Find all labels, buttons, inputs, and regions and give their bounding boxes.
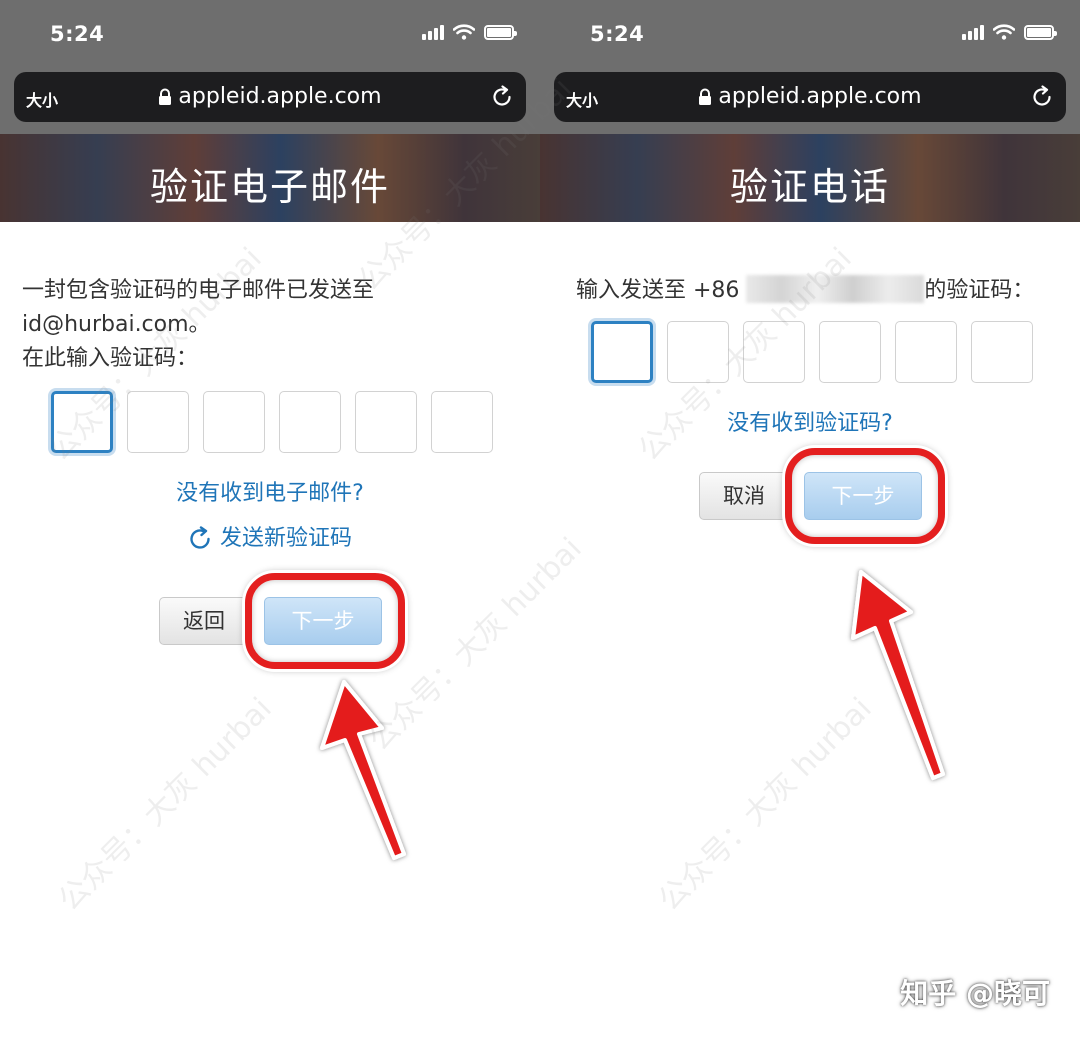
code-digit-6[interactable]: [971, 321, 1033, 383]
resend-code-label: 发送新验证码: [219, 526, 352, 551]
redacted-phone-number: [746, 275, 925, 303]
enter-code-prompt: 输入发送至 +86 的验证码：: [576, 274, 1034, 308]
code-digit-2[interactable]: [667, 321, 729, 383]
status-bar: 5:24: [0, 0, 540, 70]
no-code-link[interactable]: 没有收到验证码?: [540, 405, 1080, 437]
lock-icon: [699, 88, 712, 105]
phone-prefix: 输入发送至 +86: [576, 278, 740, 303]
resend-code-link[interactable]: 发送新验证码: [0, 520, 540, 552]
address-bar[interactable]: 大小 appleid.apple.com: [14, 72, 526, 122]
status-time: 5:24: [590, 22, 645, 46]
pointer-arrow: [320, 680, 406, 860]
code-digit-4[interactable]: [819, 321, 881, 383]
prompt-suffix: 的验证码：: [924, 278, 1035, 303]
battery-icon: [1024, 24, 1057, 40]
code-digit-3[interactable]: [203, 391, 265, 453]
code-digit-5[interactable]: [895, 321, 957, 383]
cellular-signal-icon: [962, 24, 984, 40]
code-digit-6[interactable]: [431, 391, 493, 453]
page-header-banner: 验证电话: [540, 134, 1080, 222]
sent-message-line: 一封包含验证码的电子邮件已发送至: [22, 278, 375, 303]
battery-icon: [484, 24, 517, 40]
phone-verification-screen: 5:24 大小 appleid.apple.com 验证电话 输入发送至 +86…: [540, 0, 1080, 1038]
highlight-circle: [245, 573, 405, 669]
email-address: id@hurbai.com。: [22, 312, 211, 337]
wifi-icon: [993, 24, 1015, 40]
verification-code-input: [591, 321, 1033, 383]
page-title: 验证电话: [729, 165, 890, 209]
pointer-arrow: [851, 570, 945, 780]
status-icons: [422, 24, 517, 40]
author-credit: 知乎 @晓可: [900, 977, 1050, 1010]
page-title: 验证电子邮件: [149, 165, 390, 209]
verification-code-input: [51, 391, 493, 453]
page-content: 输入发送至 +86 的验证码： 没有收到验证码? 取消 下一步: [540, 222, 1080, 1038]
url-display[interactable]: appleid.apple.com: [554, 84, 1066, 109]
back-button[interactable]: 返回: [159, 597, 249, 645]
lock-icon: [159, 88, 172, 105]
status-time: 5:24: [50, 22, 105, 46]
status-bar: 5:24: [540, 0, 1080, 70]
enter-code-label: 在此输入验证码：: [22, 346, 199, 371]
wifi-icon: [453, 24, 475, 40]
no-email-link[interactable]: 没有收到电子邮件?: [0, 475, 540, 507]
code-digit-2[interactable]: [127, 391, 189, 453]
url-text: appleid.apple.com: [178, 84, 382, 109]
code-digit-1[interactable]: [591, 321, 653, 383]
cancel-button[interactable]: 取消: [699, 472, 789, 520]
code-digit-1[interactable]: [51, 391, 113, 453]
highlight-circle: [785, 448, 945, 544]
url-text: appleid.apple.com: [718, 84, 922, 109]
reload-icon[interactable]: [490, 85, 514, 109]
code-digit-3[interactable]: [743, 321, 805, 383]
reload-icon[interactable]: [1030, 85, 1054, 109]
address-bar[interactable]: 大小 appleid.apple.com: [554, 72, 1066, 122]
code-digit-4[interactable]: [279, 391, 341, 453]
status-icons: [962, 24, 1057, 40]
code-digit-5[interactable]: [355, 391, 417, 453]
email-verification-screen: 5:24 大小 appleid.apple.com 验证电子邮件 一封包含验证码…: [0, 0, 540, 1038]
refresh-icon: [190, 526, 210, 549]
page-header-banner: 验证电子邮件: [0, 134, 540, 222]
cellular-signal-icon: [422, 24, 444, 40]
url-display[interactable]: appleid.apple.com: [14, 84, 526, 109]
